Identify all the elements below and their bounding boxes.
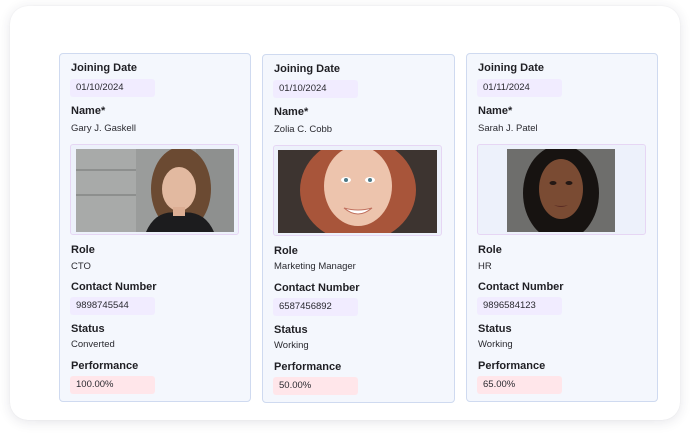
employee-role: CTO (71, 261, 91, 272)
contact-label: Contact Number (478, 281, 564, 293)
role-label: Role (478, 244, 502, 256)
contact-field[interactable]: 9896584123 (477, 297, 562, 315)
employee-name: Gary J. Gaskell (71, 123, 136, 134)
performance-field[interactable]: 50.00% (273, 377, 358, 395)
photo-frame (70, 144, 239, 235)
employee-name: Sarah J. Patel (478, 123, 538, 134)
employee-name: Zolia C. Cobb (274, 124, 333, 135)
performance-label: Performance (478, 360, 546, 372)
status-label: Status (478, 323, 512, 335)
role-label: Role (274, 245, 298, 257)
contact-label: Contact Number (274, 282, 360, 294)
contact-field[interactable]: 6587456892 (273, 298, 358, 316)
employee-status: Working (478, 339, 513, 350)
joining-date-field[interactable]: 01/10/2024 (273, 80, 358, 98)
name-label: Name* (71, 105, 106, 117)
contact-label: Contact Number (71, 281, 157, 293)
photo-frame (477, 144, 646, 235)
status-label: Status (71, 323, 105, 335)
employee-role: Marketing Manager (274, 261, 356, 272)
performance-field[interactable]: 65.00% (477, 376, 562, 394)
performance-label: Performance (274, 361, 342, 373)
employee-role: HR (478, 261, 492, 272)
employee-card: Joining Date 01/10/2024 Name* Gary J. Ga… (59, 53, 251, 402)
role-label: Role (71, 244, 95, 256)
joining-date-field[interactable]: 01/11/2024 (477, 79, 562, 97)
employee-photo (507, 149, 615, 232)
name-label: Name* (478, 105, 513, 117)
joining-date-label: Joining Date (274, 63, 341, 75)
name-label: Name* (274, 106, 309, 118)
employee-card: Joining Date 01/10/2024 Name* Zolia C. C… (262, 54, 455, 403)
employee-card: Joining Date 01/11/2024 Name* Sarah J. P… (466, 53, 658, 402)
employee-photo (278, 150, 437, 233)
status-label: Status (274, 324, 308, 336)
employee-status: Working (274, 340, 309, 351)
contact-field[interactable]: 9898745544 (70, 297, 155, 315)
joining-date-label: Joining Date (71, 62, 138, 74)
joining-date-label: Joining Date (478, 62, 545, 74)
employee-photo (76, 149, 234, 232)
employee-status: Converted (71, 339, 115, 350)
photo-frame (273, 145, 442, 236)
joining-date-field[interactable]: 01/10/2024 (70, 79, 155, 97)
performance-field[interactable]: 100.00% (70, 376, 155, 394)
performance-label: Performance (71, 360, 139, 372)
